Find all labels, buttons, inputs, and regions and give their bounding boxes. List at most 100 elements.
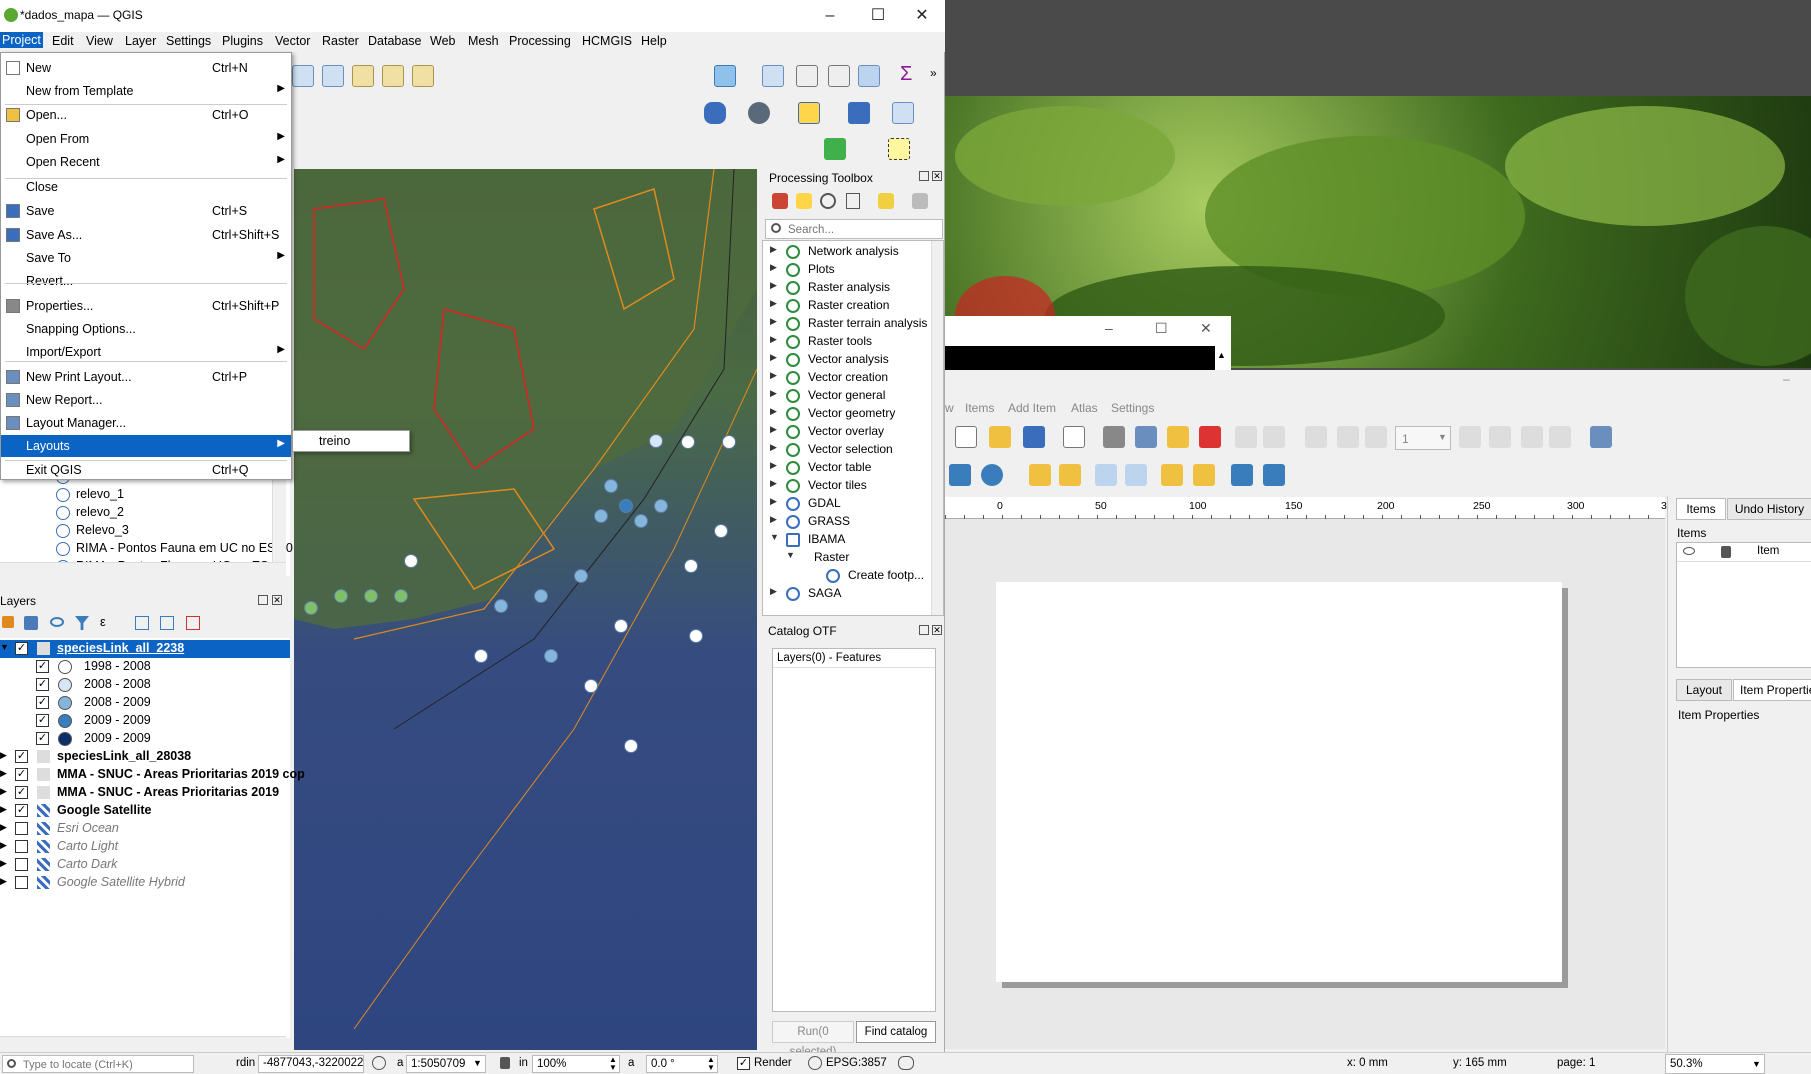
toolbox-search-input[interactable] — [788, 222, 938, 237]
layer-visibility-checkbox[interactable] — [15, 822, 28, 835]
menu-layer[interactable]: Layer — [125, 34, 156, 48]
crs-globe-icon[interactable] — [808, 1056, 822, 1070]
lock-items-icon[interactable] — [1029, 464, 1051, 486]
layer-visibility-checkbox[interactable] — [15, 840, 28, 853]
tab-items[interactable]: Items — [1676, 498, 1726, 520]
zoom-selection-icon[interactable] — [412, 65, 434, 87]
toolbox-scrollbar[interactable] — [931, 241, 943, 615]
remove-layer-icon[interactable] — [186, 616, 200, 630]
browser-scrollbar[interactable] — [272, 470, 286, 570]
collapsed-arrow-icon[interactable]: ▶ — [770, 496, 777, 507]
menu-item-revert[interactable]: Revert... — [1, 270, 291, 292]
layer-row[interactable]: ▶ ✓ Google Satellite — [0, 802, 290, 820]
menu-edit[interactable]: Edit — [52, 34, 74, 48]
layer-row[interactable]: ▶ Carto Dark — [0, 856, 290, 874]
menu-item-open-from[interactable]: Open From ▶ — [1, 128, 291, 150]
add-group-icon[interactable] — [24, 616, 38, 630]
dialog-maximize-icon[interactable]: ☐ — [1155, 320, 1168, 337]
layer-visibility-checkbox[interactable]: ✓ — [36, 696, 49, 709]
layer-class-row[interactable]: ✓ 2008 - 2008 — [0, 676, 290, 694]
more-icon[interactable]: » — [930, 66, 937, 80]
collapsed-arrow-icon[interactable]: ▶ — [770, 352, 777, 363]
layer-class-row[interactable]: ✓ 2009 - 2009 — [0, 712, 290, 730]
close-icon[interactable]: ✕ — [900, 4, 944, 28]
menu-vector[interactable]: Vector — [275, 34, 310, 48]
menu-web[interactable]: Web — [430, 34, 455, 48]
menu-settings[interactable]: Settings — [166, 34, 211, 48]
toolbox-python-icon[interactable] — [796, 193, 812, 209]
layer-class-row[interactable]: ✓ 2009 - 2009 — [0, 730, 290, 748]
group-icon[interactable] — [1095, 464, 1117, 486]
layer-visibility-checkbox[interactable]: ✓ — [15, 786, 28, 799]
magnifier-spinbox[interactable]: 100% ▲ ▼ — [532, 1055, 620, 1073]
refresh-icon[interactable] — [714, 65, 736, 87]
menu-item-exit-qgis[interactable]: Exit QGIS Ctrl+Q — [1, 459, 291, 481]
locate-bar[interactable] — [2, 1055, 194, 1073]
layer-row[interactable]: ▶ Carto Light — [0, 838, 290, 856]
dock-float-icon[interactable] — [258, 595, 268, 605]
collapsed-arrow-icon[interactable]: ▶ — [770, 460, 777, 471]
layer-visibility-checkbox[interactable]: ✓ — [15, 750, 28, 763]
new-layout-icon[interactable] — [955, 426, 977, 448]
collapsed-arrow-icon[interactable]: ▶ — [770, 388, 777, 399]
expand-arrow-icon[interactable]: ▶ — [0, 768, 7, 779]
dock-float-icon[interactable] — [919, 625, 929, 635]
layout-treino[interactable]: treino — [319, 434, 350, 448]
dock-close-icon[interactable]: ✕ — [932, 171, 942, 181]
expand-arrow-icon[interactable]: ▼ — [0, 642, 9, 652]
locate-icon[interactable] — [824, 138, 846, 160]
dock-close-icon[interactable]: ✕ — [932, 625, 942, 635]
export-pdf-icon[interactable] — [1199, 426, 1221, 448]
collapsed-arrow-icon[interactable]: ▶ — [770, 298, 777, 309]
collapsed-arrow-icon[interactable]: ▶ — [770, 406, 777, 417]
layout-page[interactable] — [996, 582, 1562, 982]
collapsed-arrow-icon[interactable]: ▶ — [770, 478, 777, 489]
toolbox-search[interactable] — [765, 219, 943, 239]
rotation-spinbox[interactable]: 0.0 ° ▲ ▼ — [646, 1055, 718, 1073]
menu-item-save-as[interactable]: Save As... Ctrl+Shift+S — [1, 224, 291, 246]
collapsed-arrow-icon[interactable]: ▶ — [770, 280, 777, 291]
dialog-close-icon[interactable]: ✕ — [1200, 320, 1212, 337]
map-canvas[interactable] — [294, 169, 757, 1050]
collapsed-arrow-icon[interactable]: ▶ — [770, 586, 777, 597]
refresh-icon[interactable] — [981, 464, 1003, 486]
print-atlas-icon[interactable] — [1521, 426, 1543, 448]
menu-item-snapping-options[interactable]: Snapping Options... — [1, 318, 291, 340]
collapsed-arrow-icon[interactable]: ▶ — [770, 316, 777, 327]
tab-undo-history[interactable]: Undo History — [1727, 498, 1811, 520]
layer-visibility-checkbox[interactable] — [15, 876, 28, 889]
layer-row[interactable]: ▶ ✓ MMA - SNUC - Areas Prioritarias 2019 c… — [0, 766, 305, 784]
ungroup-icon[interactable] — [1125, 464, 1147, 486]
print-icon[interactable] — [1103, 426, 1125, 448]
layer-class-row[interactable]: ✓ 2008 - 2009 — [0, 694, 290, 712]
layer-visibility-checkbox[interactable]: ✓ — [15, 768, 28, 781]
menu-item-layouts[interactable]: Layouts ▶ — [1, 435, 291, 457]
menu-item-new-report[interactable]: New Report... — [1, 389, 291, 411]
attribute-table-icon[interactable] — [796, 65, 818, 87]
menu-item-save-to[interactable]: Save To ▶ — [1, 247, 291, 269]
menu-mesh[interactable]: Mesh — [468, 34, 499, 48]
open-template-icon[interactable] — [989, 426, 1011, 448]
menu-item-new[interactable]: New Ctrl+N — [1, 57, 291, 79]
zoom-out-icon[interactable] — [322, 65, 344, 87]
menu-item-layout-manager[interactable]: Layout Manager... — [1, 412, 291, 434]
collapsed-arrow-icon[interactable]: ▶ — [770, 262, 777, 273]
identify-icon[interactable] — [762, 65, 784, 87]
python-icon[interactable] — [798, 102, 820, 124]
items-list[interactable]: Item — [1676, 542, 1811, 668]
dock-close-icon[interactable]: ✕ — [272, 595, 282, 605]
menu-add-item[interactable]: Add Item — [1008, 401, 1056, 415]
layers-hscroll[interactable] — [0, 1036, 286, 1050]
locate-input[interactable] — [23, 1057, 191, 1072]
help-icon[interactable] — [848, 102, 870, 124]
menu-item-open-recent[interactable]: Open Recent ▶ — [1, 151, 291, 173]
layer-class-row[interactable]: ✓ 1998 - 2008 — [0, 658, 290, 676]
minimize-icon[interactable]: – — [808, 4, 852, 28]
menu-project[interactable]: Project — [0, 32, 43, 48]
menu-database[interactable]: Database — [368, 34, 422, 48]
toolbox-models-icon[interactable] — [772, 193, 788, 209]
layer-row[interactable]: ▶ ✓ MMA - SNUC - Areas Prioritarias 2019 — [0, 784, 290, 802]
atlas-settings-icon[interactable] — [1590, 426, 1612, 448]
catalog-list-header[interactable]: Layers(0) - Features — [777, 652, 881, 664]
layer-row[interactable]: ▶ Esri Ocean — [0, 820, 290, 838]
